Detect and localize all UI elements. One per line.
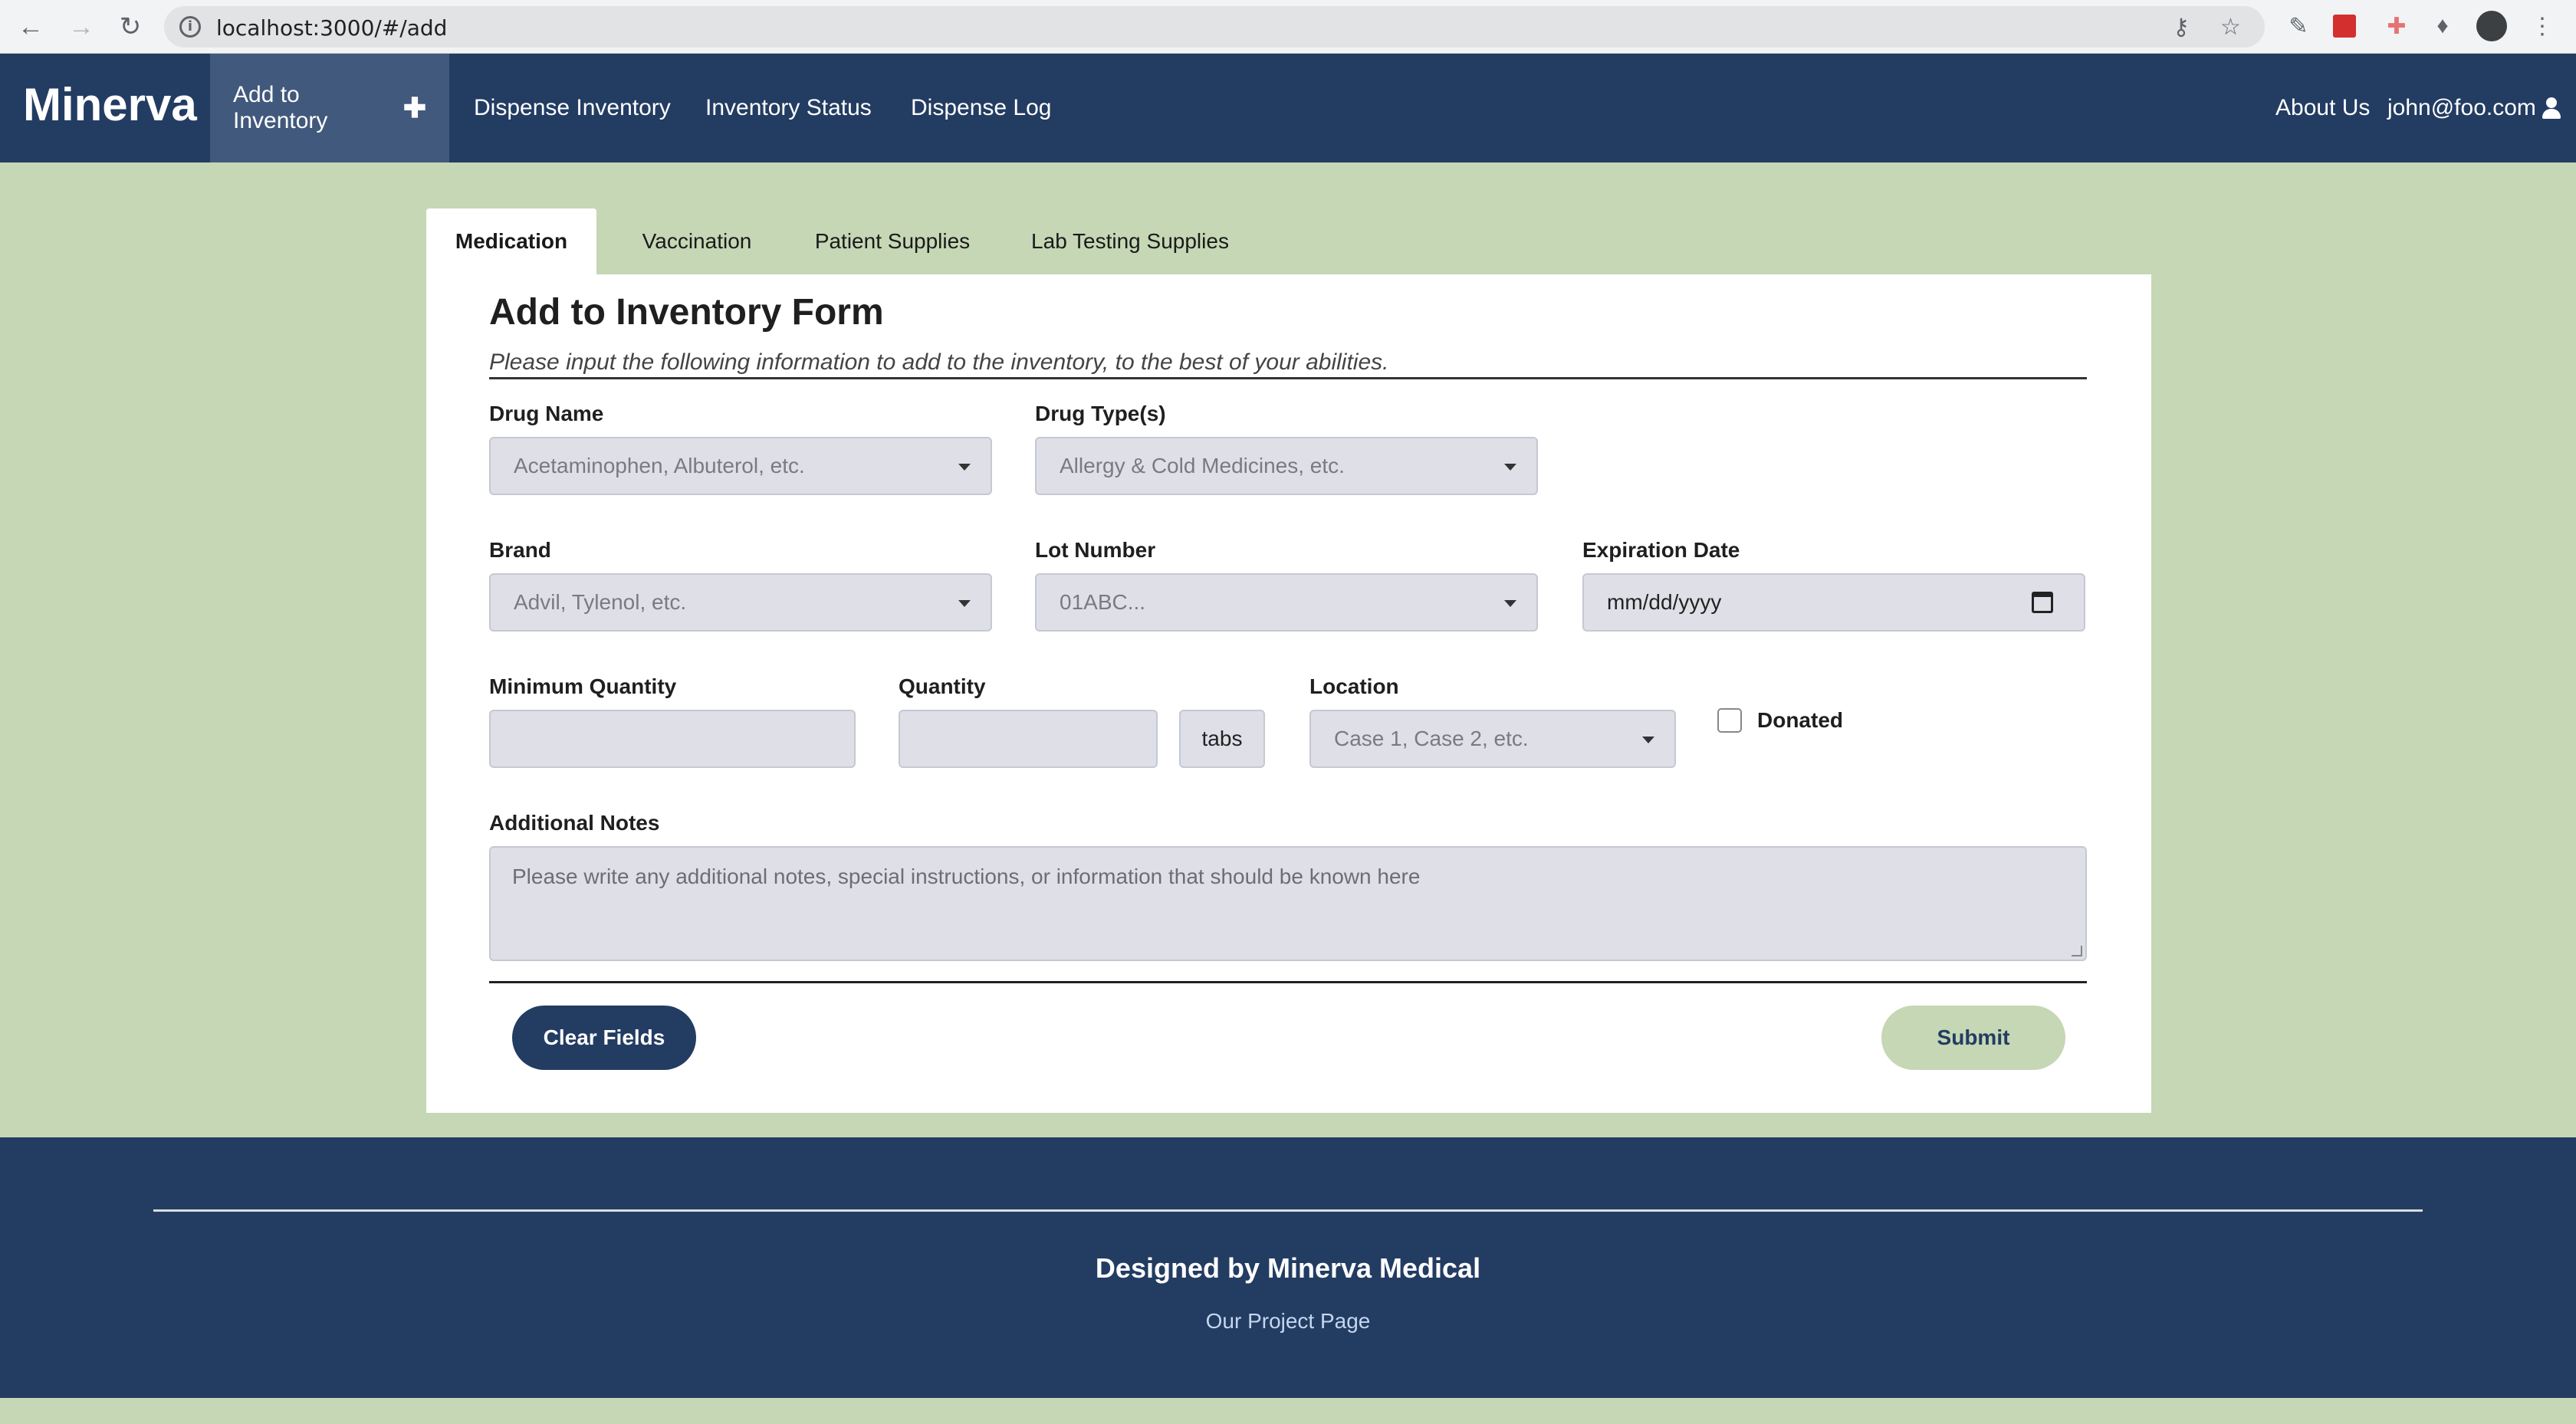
form-title: Add to Inventory Form <box>489 292 884 333</box>
expiration-date-placeholder: mm/dd/yyyy <box>1607 590 1722 614</box>
brand-logo[interactable]: Minerva <box>23 78 197 131</box>
lot-number-placeholder: 01ABC... <box>1060 590 1146 614</box>
drug-type-select[interactable]: Allergy & Cold Medicines, etc. <box>1035 437 1538 495</box>
location-label: Location <box>1309 674 1399 698</box>
striped-extension-icon[interactable]: ✚ <box>2381 11 2412 41</box>
user-icon <box>2541 97 2562 119</box>
caret-down-icon <box>1642 737 1654 743</box>
drug-type-label: Drug Type(s) <box>1035 402 1166 425</box>
donated-label[interactable]: Donated <box>1757 708 1843 733</box>
additional-notes-label: Additional Notes <box>489 811 660 835</box>
nav-user-account[interactable]: john@foo.com <box>2387 54 2562 162</box>
key-icon[interactable]: ⚷ <box>2173 14 2190 41</box>
tab-patient-supplies[interactable]: Patient Supplies <box>793 208 992 274</box>
tab-medication[interactable]: Medication <box>426 208 596 274</box>
nav-inventory-status[interactable]: Inventory Status <box>705 54 872 162</box>
browser-toolbar: ← → ↻ i localhost:3000/#/add ⚷ ☆ ✎ ✚ ♦ ⋮ <box>0 0 2576 54</box>
quantity-unit-value: tabs <box>1201 727 1243 750</box>
brand-select[interactable]: Advil, Tylenol, etc. <box>489 573 992 632</box>
title-divider <box>489 377 2087 379</box>
quantity-unit-select[interactable]: tabs <box>1179 710 1265 768</box>
red-extension-icon[interactable] <box>2329 11 2360 41</box>
app-navbar: Minerva Add to Inventory ✚ Dispense Inven… <box>0 54 2576 162</box>
drug-name-select[interactable]: Acetaminophen, Albuterol, etc. <box>489 437 992 495</box>
nav-add-label: Add to Inventory <box>233 82 328 133</box>
brand-placeholder: Advil, Tylenol, etc. <box>514 590 687 614</box>
location-select[interactable]: Case 1, Case 2, etc. <box>1309 710 1676 768</box>
form-divider <box>489 981 2087 983</box>
back-icon[interactable]: ← <box>15 11 46 42</box>
drug-type-placeholder: Allergy & Cold Medicines, etc. <box>1060 454 1345 477</box>
nav-about-us[interactable]: About Us <box>2275 54 2370 162</box>
tab-lab-testing-supplies[interactable]: Lab Testing Supplies <box>1000 208 1260 274</box>
additional-notes-textarea[interactable]: Please write any additional notes, speci… <box>489 846 2087 961</box>
profile-avatar-icon[interactable] <box>2476 11 2507 41</box>
caret-down-icon <box>958 600 971 607</box>
submit-button[interactable]: Submit <box>1881 1006 2065 1070</box>
lot-number-label: Lot Number <box>1035 538 1156 562</box>
address-bar[interactable]: i localhost:3000/#/add ⚷ ☆ <box>164 6 2265 48</box>
browser-menu-icon[interactable]: ⋮ <box>2527 11 2558 41</box>
expiration-date-label: Expiration Date <box>1582 538 1740 562</box>
caret-down-icon <box>958 464 971 471</box>
add-inventory-form: Add to Inventory Form Please input the f… <box>426 274 2151 1113</box>
minimum-quantity-input[interactable] <box>489 710 856 768</box>
project-page-link[interactable]: Our Project Page <box>0 1309 2576 1334</box>
expiration-date-input[interactable]: mm/dd/yyyy <box>1582 573 2085 632</box>
donated-checkbox[interactable] <box>1717 708 1742 733</box>
site-info-icon[interactable]: i <box>179 16 201 38</box>
location-placeholder: Case 1, Case 2, etc. <box>1334 727 1529 750</box>
url-text[interactable]: localhost:3000/#/add <box>216 15 447 41</box>
nav-dispense-log[interactable]: Dispense Log <box>911 54 1051 162</box>
forward-icon[interactable]: → <box>66 11 97 42</box>
drug-name-label: Drug Name <box>489 402 604 425</box>
minimum-quantity-label: Minimum Quantity <box>489 674 677 698</box>
nav-add-to-inventory[interactable]: Add to Inventory ✚ <box>210 54 449 162</box>
puzzle-extensions-icon[interactable]: ♦ <box>2427 11 2458 41</box>
caret-down-icon <box>1504 464 1516 471</box>
star-icon[interactable]: ☆ <box>2220 14 2241 41</box>
form-subtitle: Please input the following information t… <box>489 349 1389 375</box>
eyedropper-extension-icon[interactable]: ✎ <box>2283 11 2314 41</box>
user-email: john@foo.com <box>2387 95 2536 120</box>
nav-dispense-inventory[interactable]: Dispense Inventory <box>474 54 671 162</box>
footer-title: Designed by Minerva Medical <box>1095 1252 1481 1284</box>
tab-vaccination[interactable]: Vaccination <box>609 208 785 274</box>
bottom-strip <box>0 1398 2576 1424</box>
caret-down-icon <box>1504 600 1516 607</box>
page-footer: Designed by Minerva Medical Our Project … <box>0 1137 2576 1398</box>
lot-number-select[interactable]: 01ABC... <box>1035 573 1538 632</box>
plus-icon: ✚ <box>402 92 426 123</box>
quantity-label: Quantity <box>899 674 986 698</box>
footer-divider <box>153 1209 2423 1212</box>
drug-name-placeholder: Acetaminophen, Albuterol, etc. <box>514 454 805 477</box>
resize-handle-icon[interactable] <box>2072 946 2082 956</box>
additional-notes-placeholder: Please write any additional notes, speci… <box>512 865 1421 888</box>
reload-icon[interactable]: ↻ <box>115 11 146 42</box>
brand-label: Brand <box>489 538 551 562</box>
clear-fields-button[interactable]: Clear Fields <box>512 1006 696 1070</box>
calendar-icon[interactable] <box>2032 592 2053 613</box>
quantity-input[interactable] <box>899 710 1158 768</box>
